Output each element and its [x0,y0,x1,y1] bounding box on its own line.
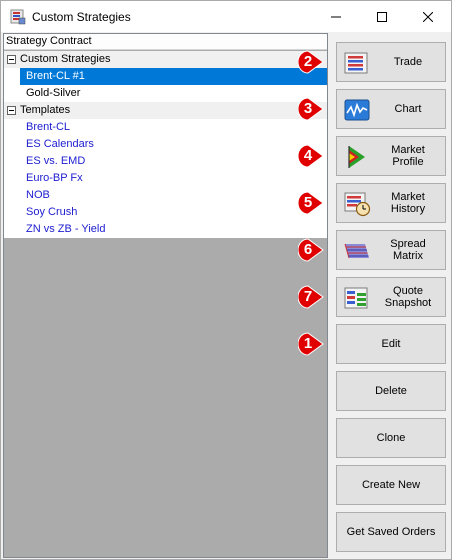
collapse-icon[interactable] [7,55,16,64]
badge-number: 4 [303,147,313,164]
market-history-label: Market History [375,191,441,215]
callout-badge-4: 4 [298,144,324,170]
chart-icon [344,99,370,121]
tree-item-label: NOB [26,189,50,201]
tree-item-label: Euro-BP Fx [26,172,83,184]
tree-item[interactable]: ZN vs ZB - Yield [4,221,327,238]
tree-item[interactable]: Euro-BP Fx [4,170,327,187]
spread-matrix-icon [344,243,369,259]
strategy-tree: Custom Strategies Brent-CL #1 Gold-Silve… [4,51,327,238]
label-line: Spread [390,238,426,250]
label-line: Quote [393,285,423,297]
badge-number: 1 [303,335,313,352]
chart-label: Chart [394,103,422,115]
quote-snapshot-button[interactable]: Quote Snapshot [336,277,446,317]
group-label: Custom Strategies [20,53,111,65]
tree-column-header[interactable]: Strategy Contract [4,34,327,50]
chart-button[interactable]: Chart [336,89,446,129]
strategy-app-icon [10,9,26,25]
clone-label: Clone [376,432,406,444]
tree-item[interactable]: Brent-CL [4,119,327,136]
tree-group-custom-strategies[interactable]: Custom Strategies [4,51,327,68]
market-profile-button[interactable]: Market Profile [336,136,446,176]
callout-badge-1: 1 [298,332,324,358]
tree-item-label: Gold-Silver [26,87,81,99]
badge-number: 6 [303,241,313,258]
minimize-icon [331,16,341,17]
tree-item-label: Brent-CL #1 [26,70,85,82]
tree-group-templates[interactable]: Templates [4,102,327,119]
delete-label: Delete [375,385,407,397]
label-line: Matrix [393,250,423,262]
spread-matrix-label: Spread Matrix [375,238,441,262]
edit-label: Edit [381,338,401,350]
spread-matrix-button[interactable]: Spread Matrix [336,230,446,270]
market-profile-label: Market Profile [375,144,441,168]
minimize-button[interactable] [313,1,359,32]
maximize-icon [377,11,387,22]
maximize-button[interactable] [359,1,405,32]
tree-item-label: Brent-CL [26,121,71,133]
close-icon [423,11,433,22]
callout-badge-7: 7 [298,285,324,311]
callout-badge-2: 2 [298,50,324,76]
close-button[interactable] [405,1,451,32]
label-line: Market [391,191,425,203]
create-new-label: Create New [361,479,421,491]
tree-item-label: ZN vs ZB - Yield [26,223,106,235]
market-history-button[interactable]: Market History [336,183,446,223]
label-line: Profile [392,156,424,168]
tree-item-selected[interactable]: Brent-CL #1 [4,68,327,85]
get-saved-orders-button[interactable]: Get Saved Orders [336,512,446,552]
tree-item-label: Soy Crush [26,206,78,218]
tree-item-label: ES Calendars [26,138,94,150]
custom-strategies-window: Custom Strategies Strategy Contract Cust… [0,0,452,560]
label-line: Market [391,144,425,156]
quote-snapshot-label: Quote Snapshot [375,285,441,309]
quote-snapshot-icon [344,287,368,309]
label-line: Snapshot [384,297,432,309]
clone-button[interactable]: Clone [336,418,446,458]
trade-icon [344,52,368,74]
badge-number: 7 [303,288,313,305]
badge-number: 2 [303,53,313,70]
label-line: History [390,203,426,215]
collapse-icon[interactable] [7,106,16,115]
tree-item[interactable]: Gold-Silver [4,85,327,102]
tree-item[interactable]: Soy Crush [4,204,327,221]
title-bar: Custom Strategies [1,1,451,32]
tree-item[interactable]: ES vs. EMD [4,153,327,170]
tree-item[interactable]: NOB [4,187,327,204]
group-label: Templates [20,104,71,116]
trade-button[interactable]: Trade [336,42,446,82]
callout-badge-5: 5 [298,191,324,217]
get-saved-orders-label: Get Saved Orders [346,526,436,538]
tree-item-label: ES vs. EMD [26,155,86,167]
strategy-tree-panel[interactable]: Strategy Contract Custom Strategies Bren… [3,33,328,558]
delete-button[interactable]: Delete [336,371,446,411]
badge-number: 3 [303,100,313,117]
window-title: Custom Strategies [32,10,131,24]
create-new-button[interactable]: Create New [336,465,446,505]
callout-badge-6: 6 [298,238,324,264]
trade-label: Trade [393,56,423,68]
market-profile-icon [348,146,365,168]
edit-button[interactable]: Edit [336,324,446,364]
tree-item[interactable]: ES Calendars [4,136,327,153]
badge-number: 5 [303,194,313,211]
callout-badge-3: 3 [298,97,324,123]
market-history-icon [344,192,371,217]
